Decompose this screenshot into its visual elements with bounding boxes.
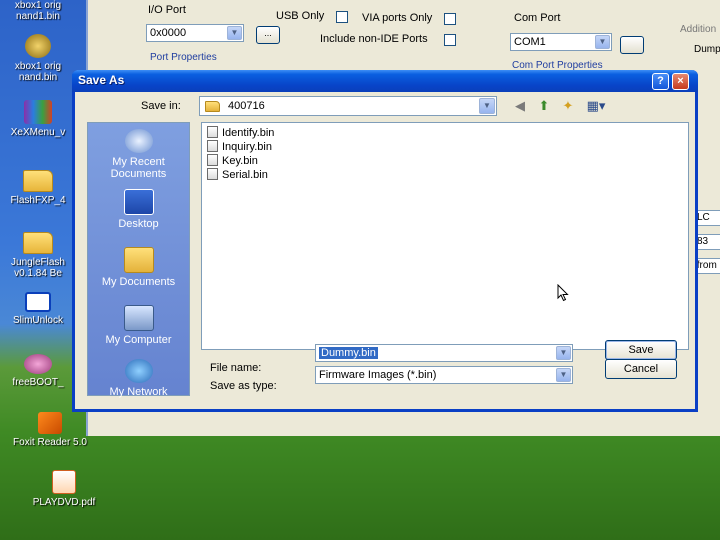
file-name-input[interactable]: Dummy.bin ▼	[315, 344, 573, 362]
save-button[interactable]: Save	[605, 340, 677, 360]
port-properties-group: Port Properties	[150, 52, 217, 63]
com-port-browse-button[interactable]	[620, 36, 644, 54]
file-list[interactable]: Identify.bin Inquiry.bin Key.bin Serial.…	[201, 122, 689, 350]
new-folder-icon[interactable]: ✦	[559, 98, 577, 114]
desktop-icon-foxit-reader[interactable]: Foxit Reader 5.0	[8, 412, 92, 448]
my-computer-icon	[123, 305, 154, 331]
file-item-key[interactable]: Key.bin	[207, 154, 258, 168]
additional-label: Addition	[680, 24, 717, 35]
dialog-titlebar[interactable]: Save As ? ×	[72, 70, 698, 92]
mouse-cursor-icon	[557, 284, 569, 302]
desktop-icon-label: freeBOOT_	[12, 377, 64, 388]
my-network-icon	[124, 359, 153, 383]
bin-file-icon	[25, 34, 51, 58]
via-ports-only-label: VIA ports Only	[362, 12, 433, 24]
close-button[interactable]: ×	[672, 73, 689, 90]
save-as-type-value: Firmware Images (*.bin)	[319, 369, 437, 381]
bin-file-icon	[207, 154, 218, 166]
save-in-value: 400716	[228, 100, 265, 112]
desktop-icon-label: PLAYDVD.pdf	[32, 497, 96, 508]
cancel-button[interactable]: Cancel	[605, 359, 677, 379]
place-label: My Documents	[101, 276, 176, 288]
bin-file-icon	[207, 140, 218, 152]
folder-icon	[23, 170, 53, 192]
io-port-value: 0x0000	[150, 27, 187, 39]
include-non-ide-label: Include non-IDE Ports	[320, 33, 428, 45]
dump-label: Dump	[694, 44, 720, 55]
usb-only-checkbox[interactable]	[336, 11, 348, 23]
character-icon	[24, 354, 52, 374]
desktop-icon-label: JungleFlash v0.1.84 Be	[11, 257, 65, 279]
com-port-select[interactable]: COM1 ▼	[510, 33, 612, 51]
desktop-icon-freeboot[interactable]: freeBOOT_	[0, 354, 80, 388]
file-name: Inquiry.bin	[222, 141, 272, 153]
chevron-down-icon: ▼	[595, 35, 610, 49]
desktop-icon-label: Foxit Reader 5.0	[13, 437, 87, 448]
file-name: Key.bin	[222, 155, 258, 167]
desktop-icon-label: xbox1 orig nand.bin	[14, 61, 62, 83]
chevron-down-icon: ▼	[556, 346, 571, 360]
place-desktop[interactable]: Desktop	[88, 189, 189, 230]
desktop-icon-jungleflash[interactable]: JungleFlash v0.1.84 Be	[0, 226, 80, 279]
desktop-icon	[123, 189, 154, 215]
save-as-type-label: Save as type:	[210, 380, 277, 392]
up-folder-icon[interactable]: ⬆	[535, 98, 553, 114]
desktop-icon-flashfxp[interactable]: FlashFXP_4	[0, 164, 80, 206]
save-as-type-select[interactable]: Firmware Images (*.bin) ▼	[315, 366, 573, 384]
chevron-down-icon: ▼	[479, 98, 495, 114]
desktop-icon-label: SlimUnlock	[12, 315, 63, 326]
io-port-label: I/O Port	[148, 4, 186, 16]
desktop-icon-slimunlock[interactable]: SlimUnlock	[0, 292, 80, 326]
view-menu-icon[interactable]: ▦▾	[583, 98, 609, 114]
desktop-icon-playdvd-pdf[interactable]: PLAYDVD.pdf	[22, 470, 106, 508]
file-item-identify[interactable]: Identify.bin	[207, 126, 274, 140]
back-icon[interactable]: ◀	[511, 98, 529, 114]
file-name: Serial.bin	[222, 169, 268, 181]
place-label: Desktop	[118, 218, 159, 230]
places-bar: My Recent Documents Desktop My Documents…	[87, 122, 190, 398]
place-my-network[interactable]: My Network	[88, 359, 189, 398]
my-documents-icon	[123, 247, 154, 273]
bin-file-icon	[207, 168, 218, 180]
com-port-value: COM1	[514, 36, 546, 48]
help-button[interactable]: ?	[652, 73, 669, 90]
folder-icon	[23, 232, 53, 254]
desktop-icon-label: xbox1 orig nand1.bin	[14, 0, 62, 22]
io-port-select[interactable]: 0x0000 ▼	[146, 24, 244, 42]
chevron-down-icon: ▼	[556, 368, 571, 382]
place-my-documents[interactable]: My Documents	[88, 247, 189, 288]
desktop-icon-label: FlashFXP_4	[10, 195, 66, 206]
include-non-ide-checkbox[interactable]	[444, 34, 456, 46]
desktop-icon-xbox1-orig-nand1[interactable]: xbox1 orig nand1.bin	[0, 0, 80, 22]
place-label: My Recent Documents	[110, 156, 167, 180]
chevron-down-icon: ▼	[227, 26, 242, 40]
place-label: My Computer	[105, 334, 172, 346]
pdf-file-icon	[52, 470, 76, 494]
io-port-browse-button[interactable]: ...	[256, 26, 280, 44]
usb-only-label: USB Only	[276, 10, 325, 22]
recent-documents-icon	[124, 129, 153, 153]
place-label: My Network	[109, 386, 168, 398]
application-window-icon	[25, 292, 51, 312]
place-my-computer[interactable]: My Computer	[88, 305, 189, 346]
place-my-recent-documents[interactable]: My Recent Documents	[88, 129, 189, 180]
bin-file-icon	[207, 126, 218, 138]
foxit-reader-icon	[38, 412, 62, 434]
com-port-label: Com Port	[514, 12, 561, 24]
desktop-icon-label: XeXMenu_v	[10, 127, 66, 138]
file-item-inquiry[interactable]: Inquiry.bin	[207, 140, 272, 154]
archive-icon	[24, 100, 52, 124]
save-in-label: Save in:	[141, 100, 181, 112]
dialog-title: Save As	[78, 73, 125, 87]
file-name: Identify.bin	[222, 127, 275, 139]
save-in-select[interactable]: 400716 ▼	[199, 96, 497, 116]
folder-icon	[205, 101, 220, 112]
desktop-icon-xexmenu[interactable]: XeXMenu_v	[0, 100, 80, 138]
file-name-label: File name:	[210, 362, 262, 374]
file-name-value: Dummy.bin	[319, 347, 378, 359]
file-item-serial[interactable]: Serial.bin	[207, 168, 268, 182]
via-ports-only-checkbox[interactable]	[444, 13, 456, 25]
save-as-dialog: Save As ? × Save in: 400716 ▼ ◀ ⬆ ✦ ▦▾ M…	[72, 70, 698, 412]
desktop-icon-xbox1-orig-nand[interactable]: xbox1 orig nand.bin	[0, 34, 80, 83]
